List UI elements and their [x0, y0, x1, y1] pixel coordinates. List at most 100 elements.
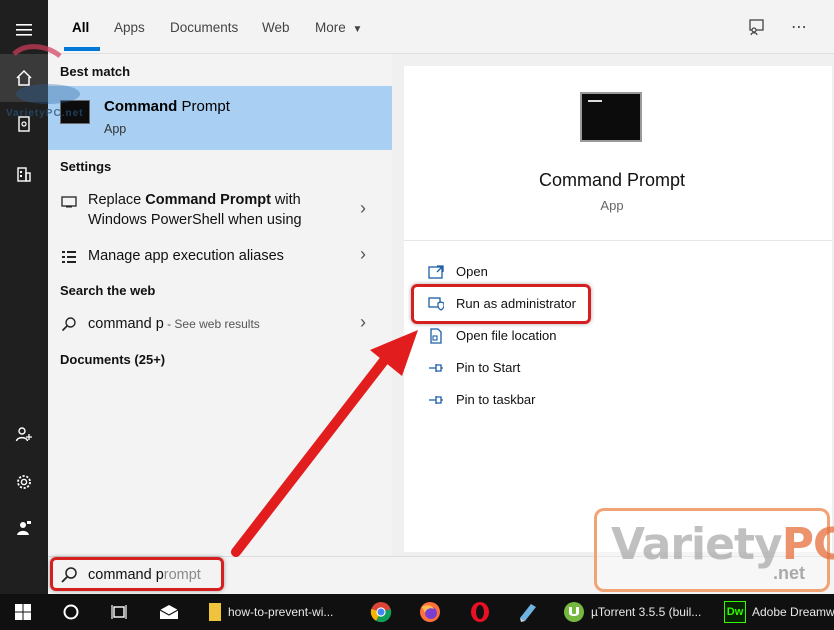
- settings-item-text-pre: Replace: [88, 192, 146, 208]
- cortana-circle-icon: [63, 604, 79, 620]
- opera-icon: [471, 602, 489, 622]
- apps-rail-button[interactable]: [0, 150, 48, 198]
- folder-icon: [209, 603, 221, 621]
- web-heading: Search the web: [60, 283, 156, 298]
- windows-logo-icon: [15, 604, 31, 620]
- documents-rail-button[interactable]: [0, 100, 48, 148]
- chevron-right-icon: ›: [360, 244, 366, 264]
- settings-item-label: Replace Command Prompt with Windows Powe…: [88, 190, 302, 230]
- building-icon: [17, 167, 31, 182]
- details-title: Command Prompt: [538, 170, 686, 190]
- caret-down-icon: ▼: [352, 24, 363, 35]
- file-explorer-window-label: how-to-prevent-wi...: [228, 605, 334, 619]
- home-icon: [16, 69, 32, 86]
- chevron-right-icon: ›: [360, 312, 366, 332]
- utorrent-window-label: µTorrent 3.5.5 (buil...: [591, 605, 702, 619]
- file-location-icon: [428, 328, 444, 344]
- hamburger-icon: [16, 24, 32, 36]
- tab-more[interactable]: More ▼: [315, 20, 362, 35]
- task-view-button[interactable]: [110, 594, 128, 630]
- watermark-variety: Variety: [611, 519, 783, 570]
- list-icon: [60, 249, 78, 265]
- pin-to-taskbar-label: Pin to taskbar: [456, 392, 536, 407]
- pin-icon: [428, 392, 444, 408]
- firefox-button[interactable]: [419, 594, 441, 630]
- search-tabs: All Apps Documents Web More ▼ ⋯: [48, 0, 834, 54]
- feedback-top-button[interactable]: [746, 16, 768, 38]
- best-match-subtitle: App: [104, 122, 127, 136]
- command-prompt-icon: [60, 100, 90, 124]
- ellipsis-icon: ⋯: [791, 19, 807, 36]
- opera-button[interactable]: [469, 594, 491, 630]
- start-button[interactable]: [14, 594, 32, 630]
- web-search-query: command p: [88, 316, 164, 332]
- mail-icon: [159, 605, 179, 619]
- open-file-location-label: Open file location: [456, 328, 557, 343]
- list-item[interactable]: Manage app execution aliases ›: [48, 244, 392, 270]
- search-box-highlight: [50, 557, 224, 591]
- home-button[interactable]: [0, 54, 48, 102]
- firefox-icon: [420, 602, 440, 622]
- pin-icon: [428, 360, 444, 376]
- pin-to-start-label: Pin to Start: [456, 360, 521, 375]
- task-view-icon: [111, 605, 127, 619]
- best-match-title-part1: Command: [104, 98, 178, 115]
- best-match-title: Command Prompt: [104, 98, 230, 115]
- search-icon: [60, 316, 78, 332]
- tab-documents[interactable]: Documents: [170, 20, 238, 35]
- account-button[interactable]: [0, 410, 48, 458]
- web-search-item[interactable]: command p - See web results ›: [48, 312, 392, 338]
- left-rail: [0, 0, 48, 594]
- watermark-logo: VarietyPC .net: [594, 508, 834, 592]
- utorrent-window[interactable]: µTorrent 3.5.5 (buil...: [563, 594, 701, 630]
- chevron-right-icon: ›: [360, 198, 366, 218]
- dreamweaver-icon: Dw: [724, 601, 746, 623]
- mail-app-button[interactable]: [158, 594, 180, 630]
- tab-web[interactable]: Web: [262, 20, 290, 35]
- person-icon: [17, 521, 31, 535]
- documents-heading[interactable]: Documents (25+): [60, 352, 165, 367]
- app-icon: [520, 604, 536, 622]
- tab-more-label: More: [315, 20, 346, 35]
- settings-item-label: Manage app execution aliases: [88, 248, 284, 264]
- divider: [404, 240, 832, 241]
- chrome-icon: [370, 602, 392, 623]
- list-item[interactable]: Replace Command Prompt with Windows Powe…: [48, 190, 392, 234]
- run-as-admin-highlight: [411, 284, 591, 324]
- settings-button[interactable]: [0, 458, 48, 506]
- chrome-button[interactable]: [370, 594, 392, 630]
- monitor-icon: [60, 194, 78, 210]
- file-explorer-window[interactable]: how-to-prevent-wi...: [208, 594, 333, 630]
- watermark-net: .net: [773, 563, 806, 583]
- taskbar: how-to-prevent-wi... µTorrent 3.5.5 (bui…: [0, 594, 834, 630]
- tab-apps[interactable]: Apps: [114, 20, 145, 35]
- best-match-item[interactable]: Command Prompt App: [48, 86, 392, 150]
- settings-item-text-line2: Windows PowerShell when using: [88, 212, 302, 228]
- settings-heading: Settings: [60, 159, 112, 174]
- web-search-suffix: - See web results: [163, 317, 260, 331]
- add-user-icon: [15, 427, 32, 442]
- web-search-label: command p - See web results: [88, 314, 260, 334]
- cortana-button[interactable]: [62, 594, 80, 630]
- feedback-button[interactable]: [0, 504, 48, 552]
- gear-icon: [17, 475, 31, 489]
- best-match-title-part2: Prompt: [181, 98, 230, 115]
- open-action-label: Open: [456, 264, 488, 279]
- hamburger-menu-button[interactable]: [0, 6, 48, 54]
- settings-item-text-bold: Command Prompt: [145, 192, 271, 208]
- active-tab-indicator: [64, 47, 100, 51]
- results-pane: Best match Command Prompt App Settings R…: [48, 54, 392, 556]
- dreamweaver-window[interactable]: Dw Adobe Dreamw: [724, 594, 834, 630]
- details-subtitle: App: [600, 198, 624, 213]
- settings-item-text-post: with: [270, 192, 301, 208]
- app-button[interactable]: [517, 594, 539, 630]
- more-options-button[interactable]: ⋯: [788, 16, 810, 38]
- tab-all[interactable]: All: [72, 20, 89, 35]
- document-icon: [18, 116, 30, 132]
- feedback-icon: [749, 19, 764, 36]
- dreamweaver-window-label: Adobe Dreamw: [752, 605, 834, 619]
- utorrent-icon: [564, 602, 584, 622]
- command-prompt-large-icon: [580, 92, 642, 142]
- open-window-icon: [428, 264, 444, 280]
- best-match-heading: Best match: [60, 64, 131, 79]
